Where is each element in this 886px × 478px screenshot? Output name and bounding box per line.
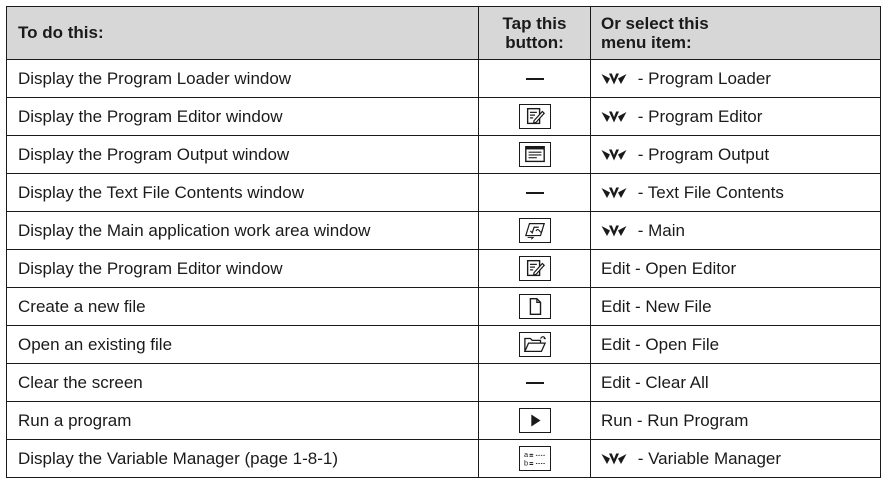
menu-item-cell: Edit - Clear All [590,363,881,402]
header-menu-item: Or select this menu item: [590,6,881,60]
dash-icon [525,382,544,384]
menu-item-cell: - Program Loader [590,59,881,98]
action-cell: Clear the screen [6,363,479,402]
main-menu-icon [601,148,627,162]
table-row: Display the Text File Contents window - … [6,173,881,212]
menu-item-cell: Edit - Open File [590,325,881,364]
button-cell [478,211,591,250]
menu-item-cell: - Variable Manager [590,439,881,478]
action-cell: Display the Program Editor window [6,249,479,288]
action-cell: Display the Text File Contents window [6,173,479,212]
menu-item-label: - Text File Contents [633,182,784,202]
menu-item-cell: - Program Output [590,135,881,174]
menu-item-cell: - Main [590,211,881,250]
button-cell [478,287,591,326]
header-action: To do this: [6,6,479,60]
menu-item-cell: - Program Editor [590,97,881,136]
button-cell [478,325,591,364]
action-cell: Run a program [6,401,479,440]
menu-item-label: Edit - Clear All [601,372,709,392]
header-action-label: To do this: [18,23,104,42]
main-menu-icon [601,452,627,466]
table-row: Display the Program Editor window - Prog… [6,97,881,136]
table-row: Run a program Run - Run Program [6,401,881,440]
dash-icon [525,192,544,194]
header-menu-line1: Or select this [601,14,709,33]
menu-item-cell: Edit - New File [590,287,881,326]
header-button-line2: button: [505,33,564,52]
table-row: Display the Program Loader window - Prog… [6,59,881,98]
menu-item-label: - Program Loader [633,68,771,88]
menu-item-label: Edit - Open File [601,334,720,354]
action-cell: Open an existing file [6,325,479,364]
program-output-icon[interactable] [518,142,551,167]
variable-manager-icon[interactable]: ab [518,446,551,471]
button-cell: ab [478,439,591,478]
main-menu-icon [601,72,627,86]
button-cell [478,401,591,440]
menu-item-label: - Program Editor [633,106,763,126]
table-row: Clear the screen Edit - Clear All [6,363,881,402]
button-cell [478,135,591,174]
dash-icon [525,78,544,80]
header-row: To do this: Tap this button: Or select th… [6,6,881,60]
main-application-icon[interactable] [518,218,551,243]
header-button-line1: Tap this [502,14,567,33]
program-editor-icon[interactable] [518,104,551,129]
menu-item-cell: Edit - Open Editor [590,249,881,288]
menu-item-label: - Variable Manager [633,448,782,468]
action-cell: Display the Main application work area w… [6,211,479,250]
action-cell: Display the Variable Manager (page 1-8-1… [6,439,479,478]
button-cell [478,249,591,288]
main-menu-icon [601,110,627,124]
main-menu-icon [601,186,627,200]
table-row: Display the Program Editor window Edit - … [6,249,881,288]
action-cell: Display the Program Loader window [6,59,479,98]
menu-item-cell: Run - Run Program [590,401,881,440]
header-button: Tap this button: [478,6,591,60]
menu-item-label: - Program Output [633,144,770,164]
action-cell: Create a new file [6,287,479,326]
button-menu-reference-table: To do this: Tap this button: Or select th… [6,6,881,478]
menu-item-label: Run - Run Program [601,410,749,430]
table-row: Open an existing file Edit - Open File [6,325,881,364]
svg-text:b: b [523,458,527,467]
header-menu-line2: menu item: [601,33,692,52]
new-file-icon[interactable] [518,294,551,319]
program-editor-icon[interactable] [518,256,551,281]
menu-item-cell: - Text File Contents [590,173,881,212]
table-row: Display the Variable Manager (page 1-8-1… [6,439,881,478]
menu-item-label: Edit - New File [601,296,712,316]
menu-item-label: Edit - Open Editor [601,258,737,278]
run-program-icon[interactable] [518,408,551,433]
table-row: Display the Program Output window - Prog… [6,135,881,174]
button-cell [478,59,591,98]
table-row: Display the Main application work area w… [6,211,881,250]
button-cell [478,97,591,136]
action-cell: Display the Program Editor window [6,97,479,136]
button-cell [478,173,591,212]
menu-item-label: - Main [633,220,685,240]
open-file-icon[interactable] [518,332,551,357]
table-row: Create a new file Edit - New File [6,287,881,326]
main-menu-icon [601,224,627,238]
action-cell: Display the Program Output window [6,135,479,174]
button-cell [478,363,591,402]
